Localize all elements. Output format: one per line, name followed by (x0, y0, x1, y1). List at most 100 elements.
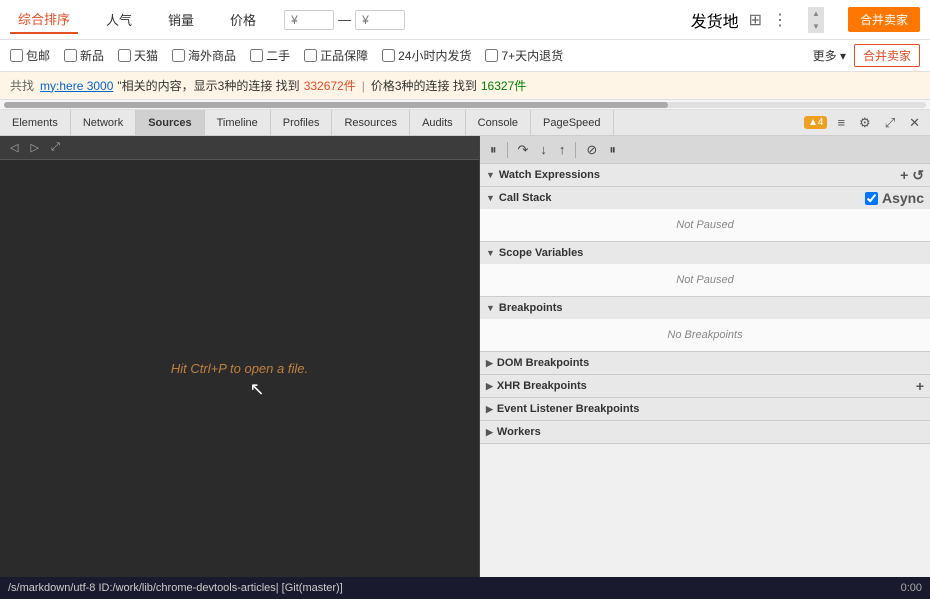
async-checkbox[interactable] (865, 192, 878, 205)
source-editor-area: Hit Ctrl+P to open a file. ↖ (0, 160, 479, 577)
source-hint-text: Hit Ctrl+P to open a file. (171, 361, 308, 376)
tab-console[interactable]: Console (466, 110, 531, 135)
call-stack-empty-text: Not Paused (480, 213, 930, 237)
filter-overseas[interactable]: 海外商品 (172, 47, 236, 64)
sort-price[interactable]: 价格 (222, 6, 264, 33)
filter-24h[interactable]: 24小时内发货 (382, 47, 471, 64)
results-label: 共找 (10, 77, 34, 94)
console-filter-icon[interactable]: ≡ (833, 113, 849, 132)
authentic-checkbox[interactable] (304, 49, 317, 62)
toolbar-separator-1 (507, 142, 508, 158)
call-stack-header[interactable]: ▼ Call Stack Async (480, 187, 930, 209)
more-filters-button[interactable]: 更多 ▾ (813, 47, 846, 64)
results-link[interactable]: my:here 3000 (40, 79, 113, 93)
pause-resume-button[interactable]: ⏸ (486, 140, 501, 160)
topbar-right: 发货地 ⊞ ⋮ (691, 8, 788, 32)
workers-section: ▶ Workers (480, 421, 930, 444)
price-max-input[interactable] (355, 10, 405, 30)
tab-sources[interactable]: Sources (136, 110, 204, 135)
dom-breakpoints-header[interactable]: ▶ DOM Breakpoints (480, 352, 930, 374)
watch-expressions-header[interactable]: ▼ Watch Expressions + ↺ (480, 164, 930, 186)
step-over-button[interactable]: ↷ (514, 140, 533, 160)
scope-variables-header[interactable]: ▼ Scope Variables (480, 242, 930, 264)
24h-checkbox[interactable] (382, 49, 395, 62)
xhr-breakpoints-triangle: ▶ (486, 381, 493, 392)
watch-expressions-label: Watch Expressions (499, 169, 600, 181)
dock-icon[interactable]: ⤢ (881, 113, 899, 133)
tab-resources[interactable]: Resources (332, 110, 410, 135)
deactivate-breakpoints-button[interactable]: ⊘ (582, 140, 601, 160)
refresh-watch-expressions-button[interactable]: ↺ (912, 167, 924, 184)
scroll-thumb[interactable] (4, 102, 668, 108)
step-into-button[interactable]: ↓ (536, 140, 551, 159)
xhr-breakpoints-header[interactable]: ▶ XHR Breakpoints + (480, 375, 930, 397)
add-xhr-breakpoint-button[interactable]: + (916, 378, 924, 394)
workers-triangle: ▶ (486, 427, 493, 438)
devtools-tab-bar: Elements Network Sources Timeline Profil… (0, 110, 930, 136)
status-bar: /s/markdown/utf-8 ID:/work/lib/chrome-de… (0, 577, 930, 599)
filter-7day[interactable]: 7+天内退货 (485, 47, 563, 64)
toolbar-separator-2 (575, 142, 576, 158)
more-options-icon[interactable]: ⋮ (772, 10, 788, 30)
new-checkbox[interactable] (64, 49, 77, 62)
tab-audits[interactable]: Audits (410, 110, 466, 135)
dom-breakpoints-label: DOM Breakpoints (497, 357, 589, 369)
source-toolbar: ◁ ▷ ⤢ (0, 136, 479, 160)
merge-seller-filter-button[interactable]: 合并卖家 (854, 44, 920, 67)
breakpoints-body: No Breakpoints (480, 319, 930, 351)
debug-panel: ⏸ ↷ ↓ ↑ ⊘ ⏸ ▼ Watch Expressions + ↺ (480, 136, 930, 577)
right-scrollbar[interactable]: ▲ ▼ (808, 7, 824, 33)
sort-comprehensive[interactable]: 综合排序 (10, 5, 78, 34)
horizontal-scrollbar[interactable] (0, 100, 930, 110)
tab-network[interactable]: Network (71, 110, 136, 135)
grid-view-icon[interactable]: ⊞ (749, 10, 762, 30)
source-toggle-icon[interactable]: ▷ (26, 139, 42, 156)
breakpoints-header[interactable]: ▼ Breakpoints (480, 297, 930, 319)
dom-breakpoints-section: ▶ DOM Breakpoints (480, 352, 930, 375)
source-editor-panel: ◁ ▷ ⤢ Hit Ctrl+P to open a file. ↖ (0, 136, 480, 577)
devtools-tabs-right: ▲4 ≡ ⚙ ⤢ ✕ (804, 110, 930, 135)
workers-label: Workers (497, 426, 541, 438)
source-back-icon[interactable]: ◁ (6, 139, 22, 156)
overseas-checkbox[interactable] (172, 49, 185, 62)
merge-seller-button[interactable]: 合并卖家 (848, 7, 920, 32)
scope-variables-empty-text: Not Paused (480, 268, 930, 292)
async-label: Async (882, 190, 924, 206)
pause-on-exceptions-button[interactable]: ⏸ (605, 140, 620, 160)
add-watch-expression-button[interactable]: + (900, 167, 908, 184)
tmall-checkbox[interactable] (118, 49, 131, 62)
results-count1: 332672件 (304, 77, 356, 94)
tab-pagespeed[interactable]: PageSpeed (531, 110, 614, 135)
sort-sales[interactable]: 销量 (160, 6, 202, 33)
sort-popularity[interactable]: 人气 (98, 6, 140, 33)
price-range: — (284, 10, 405, 30)
secondhand-checkbox[interactable] (250, 49, 263, 62)
filter-authentic[interactable]: 正品保障 (304, 47, 368, 64)
status-path: /s/markdown/utf-8 ID:/work/lib/chrome-de… (8, 582, 901, 594)
filter-secondhand[interactable]: 二手 (250, 47, 290, 64)
call-stack-async: Async (865, 190, 924, 206)
step-out-button[interactable]: ↑ (555, 140, 570, 159)
settings-icon[interactable]: ⚙ (855, 113, 875, 133)
tab-elements[interactable]: Elements (0, 110, 71, 135)
free-shipping-checkbox[interactable] (10, 49, 23, 62)
filter-free-shipping[interactable]: 包邮 (10, 47, 50, 64)
7day-checkbox[interactable] (485, 49, 498, 62)
tab-timeline[interactable]: Timeline (205, 110, 271, 135)
filter-tmall[interactable]: 天猫 (118, 47, 158, 64)
source-expand-icon[interactable]: ⤢ (47, 139, 64, 156)
close-devtools-icon[interactable]: ✕ (905, 113, 924, 133)
tab-profiles[interactable]: Profiles (271, 110, 333, 135)
workers-header[interactable]: ▶ Workers (480, 421, 930, 443)
call-stack-body: Not Paused (480, 209, 930, 241)
call-stack-section: ▼ Call Stack Async Not Paused (480, 187, 930, 242)
filter-new[interactable]: 新品 (64, 47, 104, 64)
event-listener-breakpoints-header[interactable]: ▶ Event Listener Breakpoints (480, 398, 930, 420)
scope-variables-section: ▼ Scope Variables Not Paused (480, 242, 930, 297)
scroll-track[interactable] (4, 102, 926, 108)
filter-more: 更多 ▾ 合并卖家 (813, 44, 920, 67)
breakpoints-triangle: ▼ (486, 303, 495, 313)
shipping-filter[interactable]: 发货地 (691, 8, 739, 32)
price-min-input[interactable] (284, 10, 334, 30)
scope-variables-body: Not Paused (480, 264, 930, 296)
